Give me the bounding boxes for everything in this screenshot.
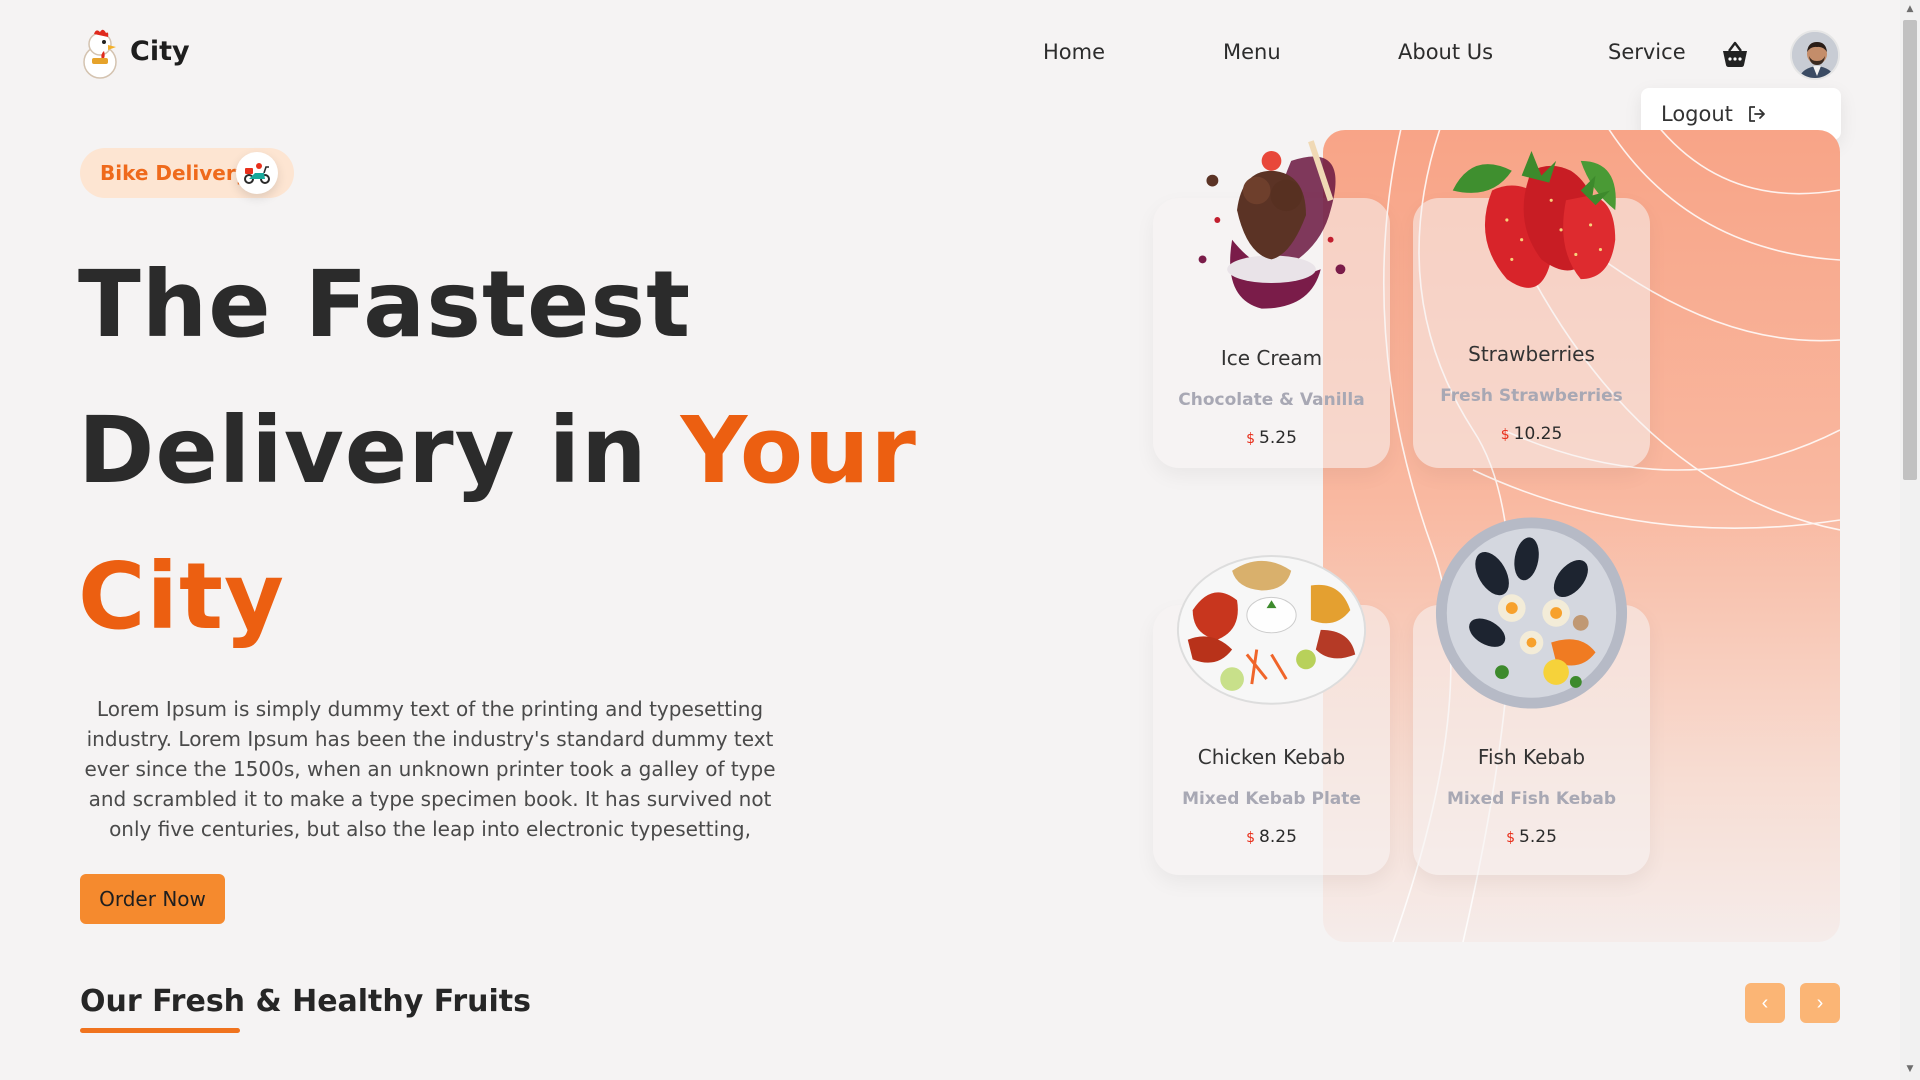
product-card[interactable]: Ice Cream Chocolate & Vanilla $5.25 xyxy=(1153,140,1390,468)
currency-symbol: $ xyxy=(1246,431,1256,447)
delivery-badge: Bike Delivery xyxy=(80,148,294,198)
scroll-up-arrow-icon[interactable]: ▲ xyxy=(1905,4,1915,14)
section-underline xyxy=(80,1028,240,1033)
currency-symbol: $ xyxy=(1246,830,1256,846)
headline-line-2-a: Delivery in xyxy=(78,397,648,504)
carousel-next-button[interactable]: › xyxy=(1800,983,1840,1023)
kebab-plate-icon xyxy=(1173,530,1370,710)
headline-line-1: The Fastest xyxy=(78,251,692,358)
price-value: 5.25 xyxy=(1519,827,1557,847)
order-now-button[interactable]: Order Now xyxy=(80,874,225,924)
card-name: Chicken Kebab xyxy=(1197,745,1346,769)
product-card[interactable]: Chicken Kebab Mixed Kebab Plate $8.25 xyxy=(1153,554,1390,875)
card-name: Fish Kebab xyxy=(1477,745,1586,769)
strawberry-icon xyxy=(1433,130,1630,310)
product-card[interactable]: Strawberries Fresh Strawberries $10.25 xyxy=(1413,151,1650,468)
price-value: 5.25 xyxy=(1259,428,1297,448)
card-price: $8.25 xyxy=(1153,827,1390,847)
card-subtitle: Fresh Strawberries xyxy=(1440,386,1623,406)
card-price: $5.25 xyxy=(1153,428,1390,448)
logo-text: City xyxy=(130,35,190,67)
scooter-icon xyxy=(236,152,278,194)
card-subtitle: Chocolate & Vanilla xyxy=(1178,390,1365,410)
card-price: $5.25 xyxy=(1413,827,1650,847)
hero-headline: The Fastest Delivery in Your City xyxy=(78,232,917,670)
page-scrollbar[interactable]: ▲ ▼ xyxy=(1900,0,1920,1080)
logo[interactable]: City xyxy=(78,28,190,80)
product-card[interactable]: Fish Kebab Mixed Fish Kebab $5.25 xyxy=(1413,517,1650,875)
card-name: Ice Cream xyxy=(1220,346,1323,370)
price-value: 10.25 xyxy=(1513,424,1563,444)
headline-line-2-b: Your xyxy=(680,397,917,504)
scroll-down-arrow-icon[interactable]: ▼ xyxy=(1905,1064,1915,1074)
currency-symbol: $ xyxy=(1506,830,1516,846)
hero-description: Lorem Ipsum is simply dummy text of the … xyxy=(84,697,776,841)
headline-line-2: Delivery in Your xyxy=(78,378,917,524)
badge-text: Bike Delivery xyxy=(100,161,249,185)
card-subtitle: Mixed Fish Kebab xyxy=(1446,789,1617,809)
card-price: $10.25 xyxy=(1413,424,1650,444)
ice-cream-icon xyxy=(1173,130,1370,310)
currency-symbol: $ xyxy=(1500,427,1510,443)
nav-home[interactable]: Home xyxy=(1043,40,1105,64)
seafood-plate-icon xyxy=(1433,517,1630,709)
price-value: 8.25 xyxy=(1259,827,1297,847)
carousel-prev-button[interactable]: ‹ xyxy=(1745,983,1785,1023)
header: City Home Menu About Us Service Logout xyxy=(0,0,1900,140)
nav-about-us[interactable]: About Us xyxy=(1398,40,1493,64)
nav-service[interactable]: Service xyxy=(1608,40,1686,64)
logout-icon[interactable] xyxy=(1747,104,1767,124)
scroll-thumb[interactable] xyxy=(1903,20,1917,480)
logout-label[interactable]: Logout xyxy=(1661,102,1733,126)
nav-menu[interactable]: Menu xyxy=(1223,40,1281,64)
chicken-logo-icon xyxy=(78,28,122,80)
headline-line-3: City xyxy=(78,543,286,650)
user-avatar[interactable] xyxy=(1790,30,1840,80)
card-name: Strawberries xyxy=(1468,342,1595,366)
card-subtitle: Mixed Kebab Plate xyxy=(1182,789,1361,809)
basket-icon[interactable] xyxy=(1720,40,1750,70)
section-title: Our Fresh & Healthy Fruits xyxy=(80,984,531,1019)
